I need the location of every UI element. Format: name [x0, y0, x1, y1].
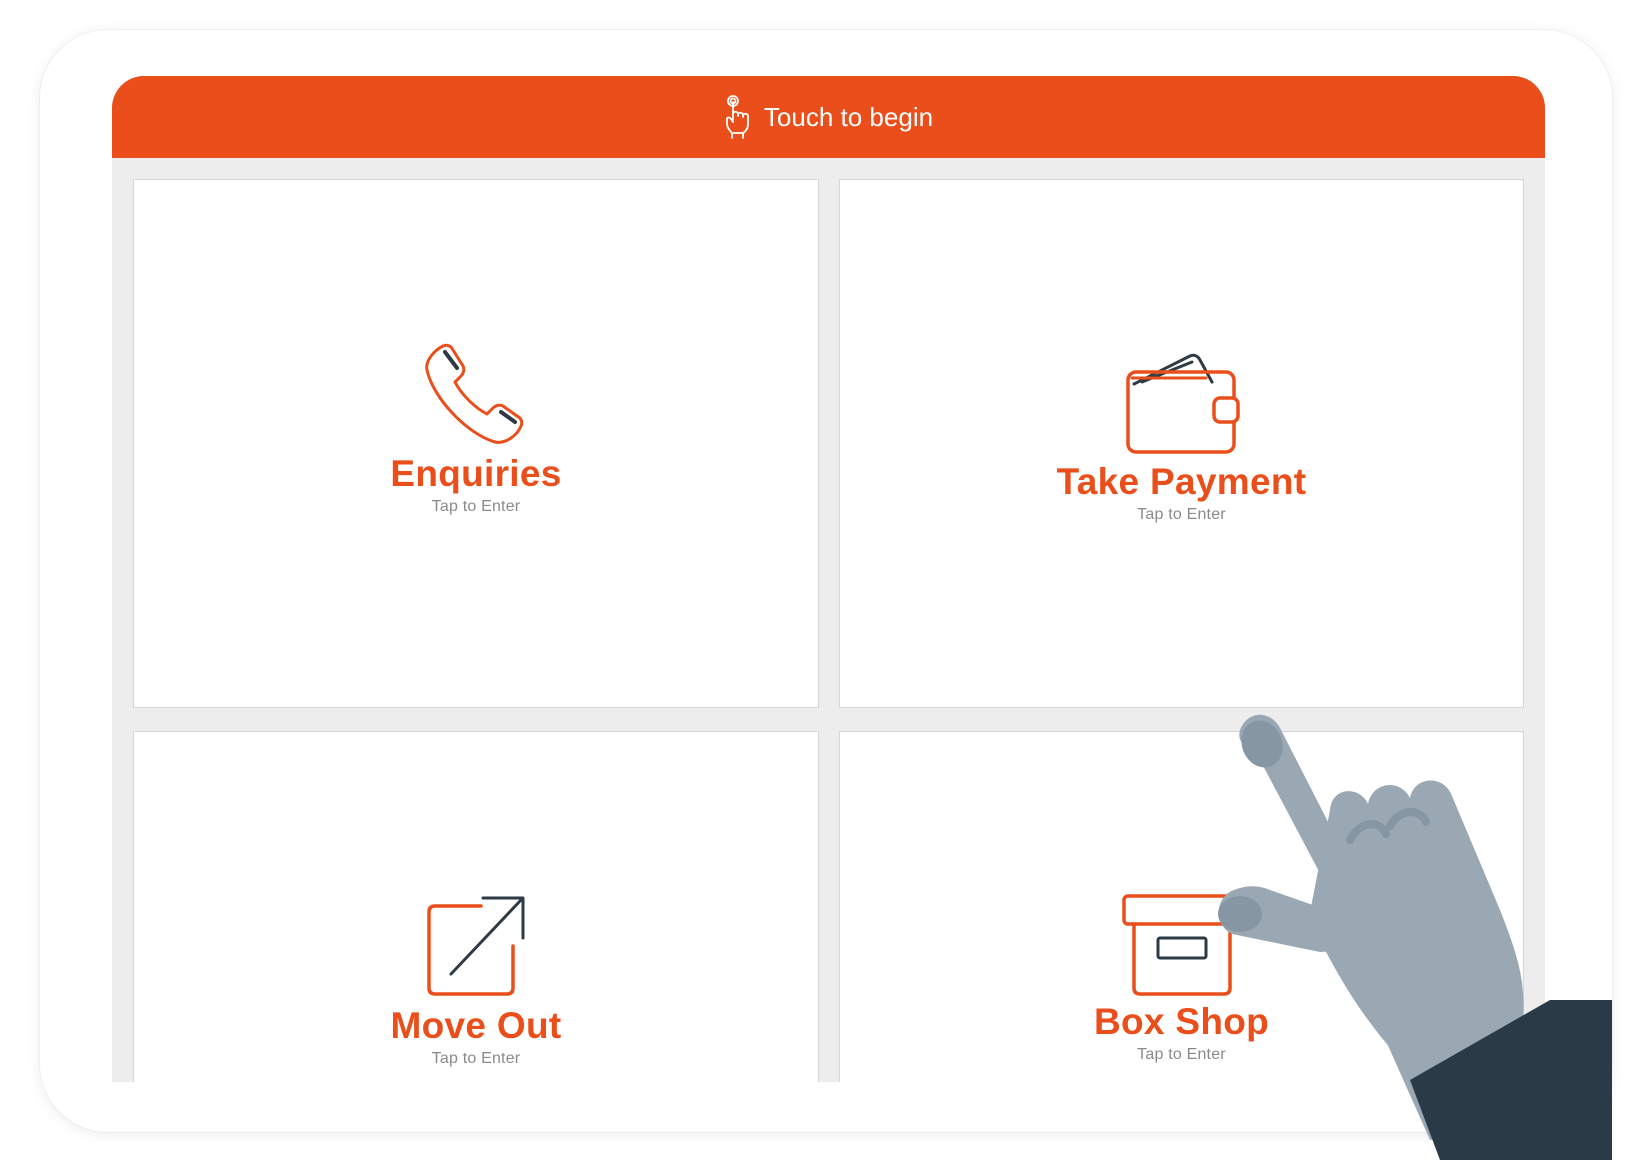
tile-enquiries[interactable]: Enquiries Tap to Enter [133, 179, 819, 708]
phone-icon [421, 340, 531, 455]
kiosk-device-frame: Touch to begin Enquiries Tap to Enter Ta… [40, 30, 1612, 1132]
tile-box-shop-sub: Tap to Enter [1137, 1046, 1226, 1063]
tile-move-out-sub: Tap to Enter [431, 1050, 521, 1067]
tile-move-out[interactable]: Move Out Tap to Enter [133, 731, 819, 1082]
tile-enquiries-sub: Tap to Enter [431, 498, 521, 515]
wallet-icon [1122, 348, 1242, 463]
tile-take-payment[interactable]: Take Payment Tap to Enter [839, 179, 1524, 708]
tile-box-shop[interactable]: Box Shop Tap to Enter [839, 731, 1524, 1082]
tile-enquiries-label: Enquiries [390, 453, 562, 494]
touch-hand-icon [724, 94, 752, 140]
header-title: Touch to begin [763, 101, 934, 132]
kiosk-screen: Touch to begin Enquiries Tap to Enter Ta… [112, 76, 1545, 1082]
box-icon [1120, 892, 1244, 1003]
external-arrow-icon [421, 892, 531, 1007]
tile-move-out-label: Move Out [390, 1005, 562, 1046]
tile-box-shop-label: Box Shop [1093, 1001, 1270, 1042]
tile-take-payment-label: Take Payment [1056, 461, 1307, 502]
touch-to-begin-bar[interactable]: Touch to begin [112, 76, 1545, 158]
tile-take-payment-sub: Tap to Enter [1137, 506, 1226, 523]
